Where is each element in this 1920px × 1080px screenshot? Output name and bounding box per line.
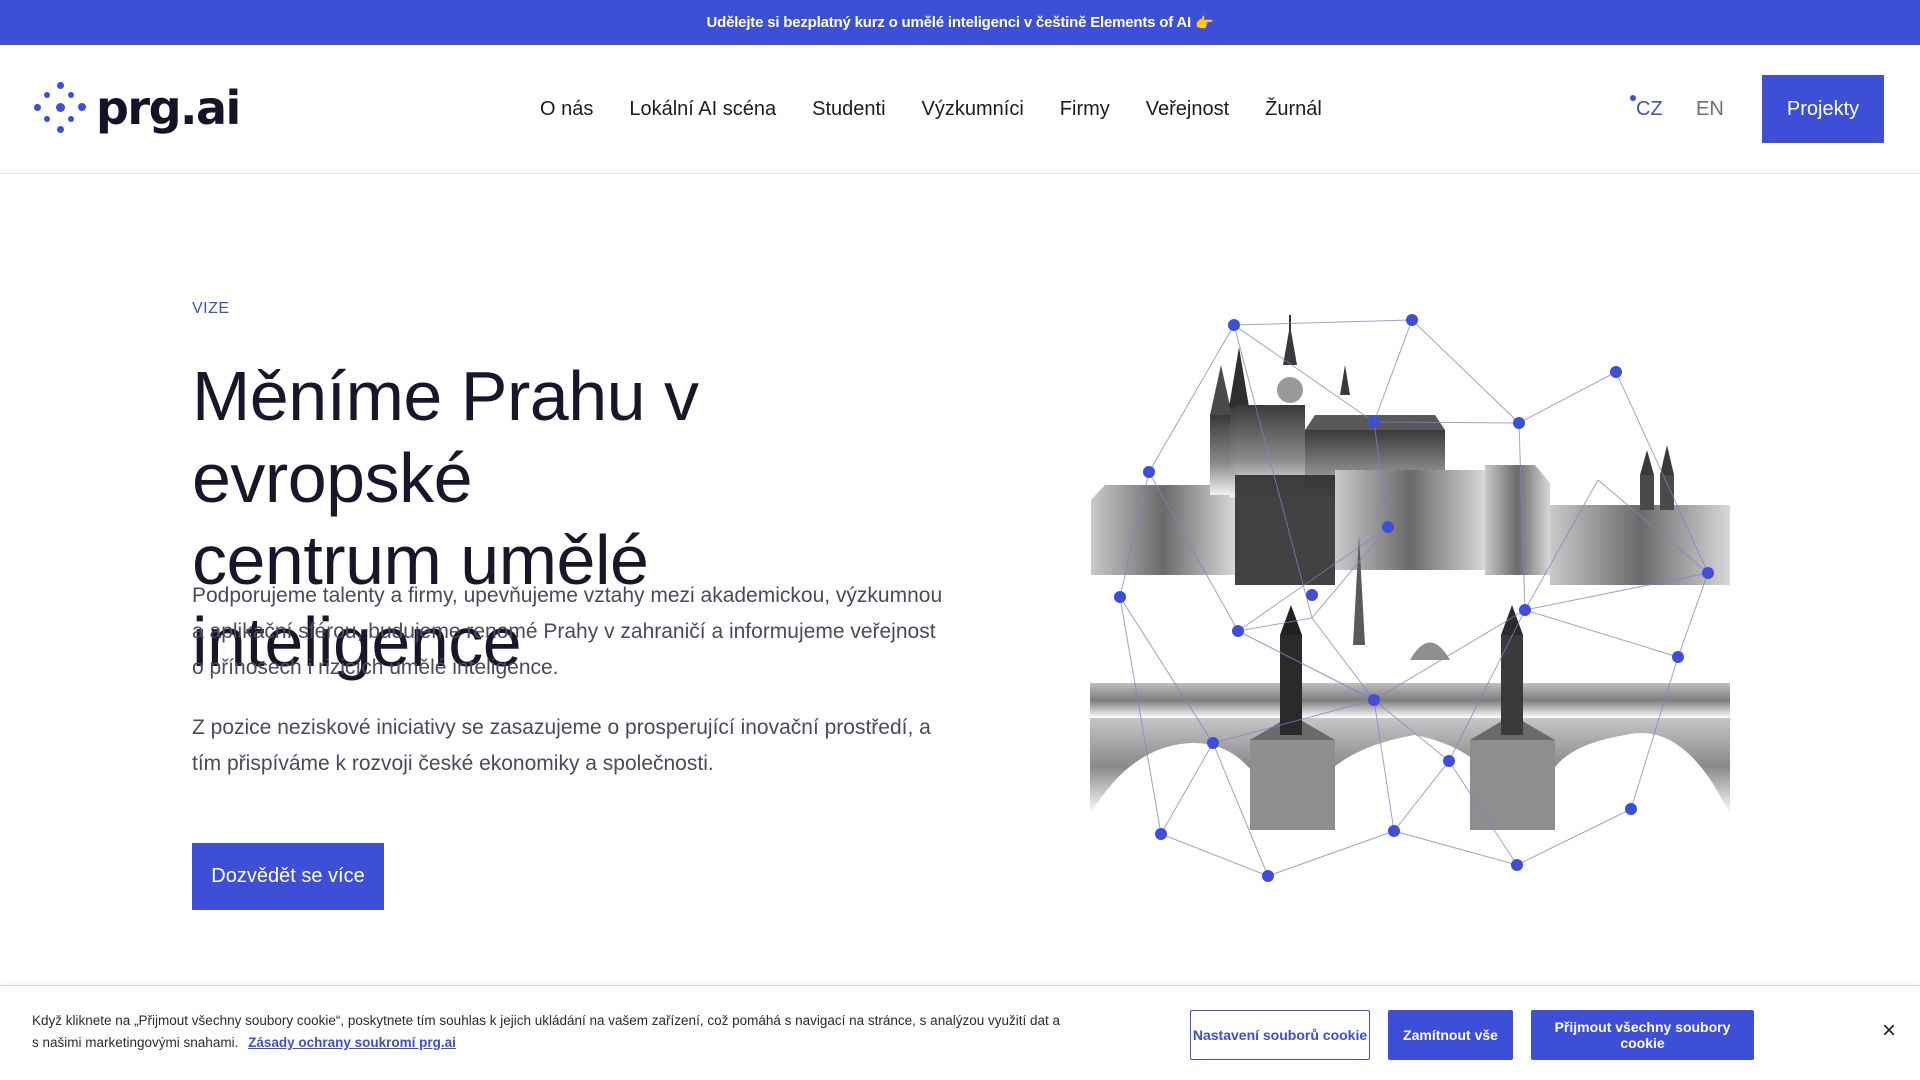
hero-paragraph-1: Podporujeme talenty a firmy, upevňujeme …: [192, 584, 943, 679]
projects-button[interactable]: Projekty: [1762, 75, 1884, 143]
nav-item-lokalni-ai-scena[interactable]: Lokální AI scéna: [629, 98, 776, 121]
pointing-hand-icon: 👉: [1195, 14, 1214, 32]
announcement-banner[interactable]: Udělejte si bezplatný kurz o umělé intel…: [0, 0, 1920, 45]
banner-text[interactable]: Udělejte si bezplatný kurz o umělé intel…: [706, 14, 1191, 31]
main-nav: O nás Lokální AI scéna Studenti Výzkumní…: [540, 45, 1358, 174]
title-line-1: Měníme Prahu v evropské: [192, 357, 699, 517]
lang-switch-cz[interactable]: CZ: [1630, 45, 1663, 174]
cookie-settings-button[interactable]: Nastavení souborů cookie: [1190, 1010, 1370, 1060]
privacy-policy-link[interactable]: Zásady ochrany soukromí prg.ai: [248, 1035, 456, 1050]
site-header: prg.ai O nás Lokální AI scéna Studenti V…: [0, 45, 1920, 174]
prague-network-illustration: [1090, 314, 1730, 882]
hero-paragraph-2: Z pozice neziskové iniciativy se zasazuj…: [192, 716, 931, 775]
nav-item-zurnal[interactable]: Žurnál: [1265, 98, 1322, 121]
close-icon[interactable]: ×: [1874, 1016, 1904, 1046]
nav-item-verejnost[interactable]: Veřejnost: [1146, 98, 1229, 121]
logo-text: prg.ai: [96, 81, 241, 135]
bridge-silhouette: [1090, 605, 1730, 830]
logo-dots-icon: [34, 82, 86, 134]
lang-switch-en[interactable]: EN: [1696, 45, 1724, 174]
nav-item-firmy[interactable]: Firmy: [1060, 98, 1110, 121]
cookie-text: Když kliknete na „Přijmout všechny soubo…: [32, 1010, 1062, 1054]
network-nodes: [1114, 314, 1714, 882]
castle-silhouette: [1091, 315, 1730, 660]
accept-all-cookies-button[interactable]: Přijmout všechny soubory cookie: [1531, 1010, 1754, 1060]
nav-item-o-nas[interactable]: O nás: [540, 98, 593, 121]
network-lines: [1119, 319, 1709, 877]
reject-all-button[interactable]: Zamítnout vše: [1388, 1010, 1513, 1060]
learn-more-button[interactable]: Dozvědět se více: [192, 843, 384, 910]
nav-item-studenti[interactable]: Studenti: [812, 98, 885, 121]
cookie-message: Když kliknete na „Přijmout všechny soubo…: [32, 1013, 1061, 1050]
cookie-banner: Když kliknete na „Přijmout všechny soubo…: [0, 985, 1920, 1080]
logo[interactable]: prg.ai: [34, 81, 241, 135]
nav-item-vyzkumnici[interactable]: Výzkumníci: [922, 98, 1024, 121]
section-eyebrow: VIZE: [192, 300, 230, 317]
